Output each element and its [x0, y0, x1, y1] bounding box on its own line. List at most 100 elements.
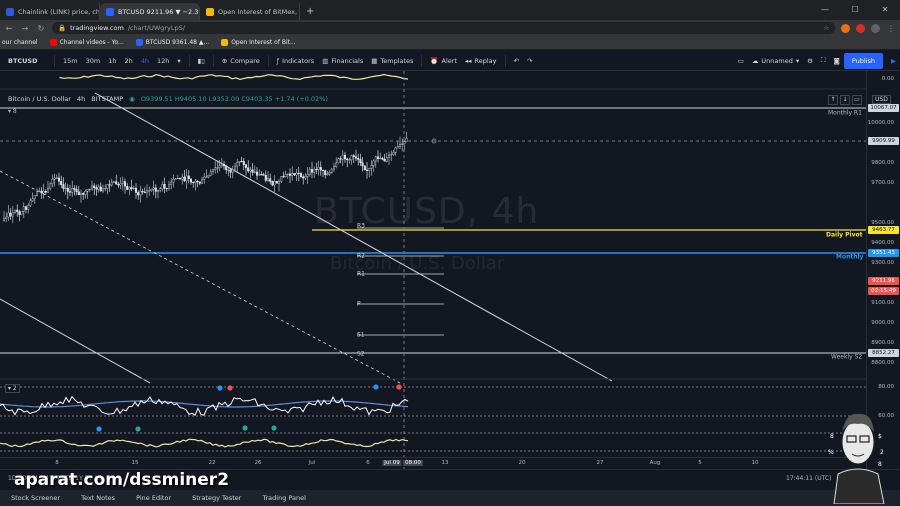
price-label: 9463.77 — [868, 226, 899, 234]
pivot-tag-p: P — [357, 300, 361, 308]
new-tab-button[interactable]: + — [300, 3, 320, 20]
sidebar-toggle-icon[interactable]: ▶ — [887, 57, 900, 65]
candle-body — [363, 165, 366, 171]
candle-body — [13, 209, 16, 213]
utc-clock[interactable]: 17:44:11 (UTC) — [786, 475, 831, 482]
bookmarks-bar: our channel Channel videos - Yo... BTCUS… — [0, 36, 900, 50]
candle-body — [341, 154, 344, 160]
candle-body — [284, 174, 287, 178]
interval-30m[interactable]: 30m — [82, 57, 105, 65]
candle-body — [123, 181, 126, 187]
price-tick: 9400.00 — [871, 240, 894, 246]
browser-tab[interactable]: Open Interest of BitMex, Binance F ✕ — [200, 3, 300, 20]
indicators-button[interactable]: ƒ Indicators — [273, 57, 318, 65]
legend-collapse[interactable]: ▾ 8 — [8, 108, 17, 115]
tab-label: Chainlink (LINK) price, charts, mark — [18, 7, 100, 16]
bookmark-item[interactable]: Open Interest of Bit... — [221, 39, 296, 46]
eye-icon[interactable]: ◉ — [129, 95, 135, 103]
settings-gear-icon[interactable]: ⚙ — [803, 57, 817, 65]
publish-button[interactable]: Publish — [843, 52, 883, 69]
move-down-icon[interactable]: ↓ — [840, 95, 850, 105]
interval-12h[interactable]: 12h — [153, 57, 173, 65]
browser-tab-active[interactable]: BTCUSD 9211.96 ▼ −2.39% Unnam ✕ — [100, 3, 200, 20]
candle-body — [306, 174, 309, 177]
candle-body — [352, 155, 355, 157]
bookmark-label: Channel videos - Yo... — [59, 39, 124, 46]
candle-body — [150, 189, 153, 191]
candle-body — [159, 188, 162, 191]
candle-body — [106, 184, 109, 189]
candle-body — [73, 188, 76, 190]
candle-body — [256, 171, 259, 176]
maximize-pane-icon[interactable]: ▭ — [852, 95, 862, 105]
replay-button[interactable]: ◂◂ Replay — [461, 57, 501, 65]
signal-dot — [227, 385, 233, 391]
candle-body — [119, 183, 122, 186]
bybt-favicon-icon — [206, 7, 214, 16]
camera-icon[interactable]: ◙ — [830, 57, 844, 65]
star-icon[interactable]: ☆ — [823, 24, 829, 32]
interval-1h[interactable]: 1h — [104, 57, 120, 65]
profile-avatar-icon[interactable] — [871, 23, 880, 33]
time-axis[interactable]: 8 15 22 26 Jul 6 Jul 09 08:00 13 20 27 Aug 5 10 — [0, 457, 866, 469]
forward-icon[interactable]: → — [20, 24, 30, 33]
tab-text-notes[interactable]: Text Notes — [70, 494, 125, 502]
pivot-tag-s2: S2 — [357, 350, 365, 358]
move-up-icon[interactable]: ↑ — [828, 95, 838, 105]
chart-area[interactable]: BTCUSD, 4h Bitcoin / U.S. Dollar Bitcoin… — [0, 71, 900, 469]
tab-strategy-tester[interactable]: Strategy Tester — [181, 494, 251, 502]
extension-icon[interactable] — [841, 23, 850, 33]
chart-legend: Bitcoin / U.S. Dollar 4h BITSTAMP ◉ O939… — [8, 95, 328, 103]
maximize-button[interactable]: ☐ — [840, 0, 870, 20]
bookmark-item[interactable]: our channel — [2, 39, 38, 46]
compare-button[interactable]: ⊕ Compare — [218, 57, 264, 65]
fullscreen-icon[interactable]: ⛶ — [817, 56, 830, 65]
candle-type-icon[interactable]: ▮▯ — [194, 57, 209, 65]
window-controls: — ☐ ✕ — [810, 0, 900, 20]
candle-body — [366, 169, 369, 172]
alert-button[interactable]: ⏰ Alert — [426, 57, 461, 65]
symbol-search[interactable]: BTCUSD — [0, 57, 50, 65]
layout-menu[interactable]: ☁ Unnamed ▾ — [748, 57, 803, 65]
interval-2h[interactable]: 2h — [120, 57, 136, 65]
tab-stock-screener[interactable]: Stock Screener — [0, 494, 70, 502]
candle-body — [242, 161, 245, 165]
reload-icon[interactable]: ↻ — [36, 24, 46, 33]
undo-icon[interactable]: ↶ — [510, 57, 523, 65]
browser-menu-icon[interactable]: ⋮ — [886, 24, 896, 33]
candle-body — [222, 164, 225, 167]
interval-4h[interactable]: 4h — [137, 57, 153, 65]
interval-dropdown-icon[interactable]: ▾ — [173, 57, 184, 65]
tab-trading-panel[interactable]: Trading Panel — [251, 494, 315, 502]
redo-icon[interactable]: ↷ — [523, 57, 536, 65]
toolbar-right: ▭ ☁ Unnamed ▾ ⚙ ⛶ ◙ Publish ▶ — [734, 51, 900, 71]
candle-body — [377, 156, 380, 159]
bookmark-item[interactable]: Channel videos - Yo... — [49, 39, 124, 46]
pivot-tag-r1: R1 — [357, 270, 365, 278]
layout-icon[interactable]: ▭ — [734, 57, 748, 65]
level-label-daily-pivot: Daily Pivot — [826, 231, 863, 239]
candle-body — [51, 179, 54, 185]
candle-body — [244, 164, 247, 168]
templates-button[interactable]: ▦ Templates — [367, 57, 417, 65]
back-icon[interactable]: ← — [4, 24, 14, 33]
close-window-button[interactable]: ✕ — [870, 0, 900, 20]
bookmark-item[interactable]: BTCUSD 9361.48 ▲... — [135, 39, 209, 46]
minimize-button[interactable]: — — [810, 0, 840, 20]
browser-tab[interactable]: Chainlink (LINK) price, charts, mark ✕ — [0, 3, 100, 20]
financials-button[interactable]: ▥ Financials — [318, 57, 367, 65]
extension-icon[interactable] — [856, 23, 865, 33]
candle-body — [11, 212, 14, 217]
indicator-pane-toggle[interactable]: ▾ 2 — [5, 384, 20, 393]
divider — [188, 54, 190, 67]
tab-label: BTCUSD 9211.96 ▼ −2.39% Unnam — [118, 7, 199, 16]
tab-pine-editor[interactable]: Pine Editor — [125, 494, 181, 502]
lock-icon: 🔒 — [58, 24, 67, 32]
url-field[interactable]: 🔒 tradingview.com/chart/UWgryLpS/ ☆ — [52, 22, 835, 34]
interval-15m[interactable]: 15m — [59, 57, 82, 65]
candle-body — [198, 181, 201, 184]
candle-body — [183, 176, 186, 181]
candle-body — [128, 187, 131, 190]
divider — [212, 54, 214, 67]
candle-body — [203, 176, 206, 180]
